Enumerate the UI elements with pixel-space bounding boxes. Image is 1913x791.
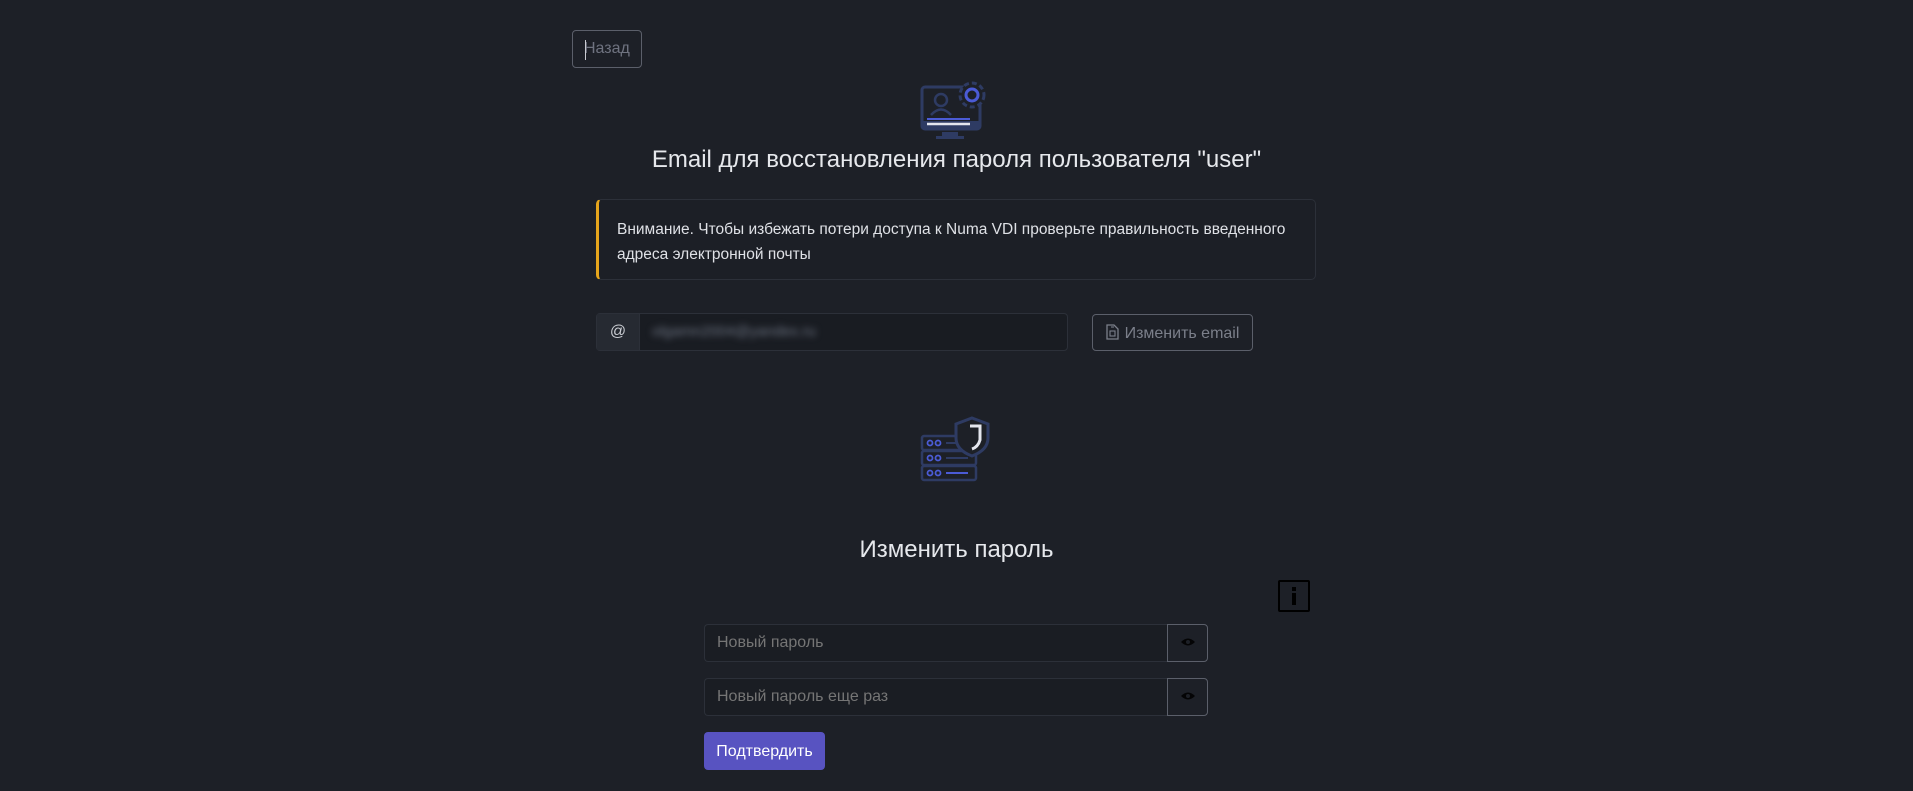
eye-icon bbox=[1180, 634, 1196, 652]
password-section-title: Изменить пароль bbox=[859, 536, 1054, 563]
repeat-password-group bbox=[704, 678, 1208, 716]
back-button[interactable]: Назад bbox=[572, 30, 642, 68]
new-password-group bbox=[704, 624, 1208, 662]
new-password-input[interactable] bbox=[704, 624, 1167, 662]
email-field: @ olgamn2004@yandex.ru bbox=[596, 313, 1068, 351]
info-icon[interactable] bbox=[1278, 580, 1310, 612]
warning-alert: Внимание. Чтобы избежать потери доступа … bbox=[596, 199, 1316, 280]
warning-alert-text: Внимание. Чтобы избежать потери доступа … bbox=[617, 221, 1286, 263]
change-email-button-label: Изменить email bbox=[1124, 325, 1240, 342]
server-shield-icon bbox=[920, 416, 992, 488]
back-button-label: Назад bbox=[584, 40, 630, 57]
at-sign-addon: @ bbox=[597, 314, 640, 350]
email-section-title: Email для восстановления пароля пользова… bbox=[651, 146, 1262, 173]
repeat-password-input[interactable] bbox=[704, 678, 1167, 716]
change-email-button[interactable]: Изменить email bbox=[1092, 314, 1253, 351]
monitor-settings-icon bbox=[920, 77, 992, 149]
show-repeat-password-button[interactable] bbox=[1167, 678, 1208, 716]
email-value: olgamn2004@yandex.ru bbox=[652, 323, 816, 340]
show-password-button[interactable] bbox=[1167, 624, 1208, 662]
eye-icon bbox=[1180, 688, 1196, 706]
submit-button[interactable]: Подтвердить bbox=[704, 732, 825, 770]
text-cursor bbox=[585, 40, 586, 60]
file-icon bbox=[1105, 318, 1119, 353]
password-settings-page: Назад Email для восстановления пароля по… bbox=[0, 0, 1913, 791]
